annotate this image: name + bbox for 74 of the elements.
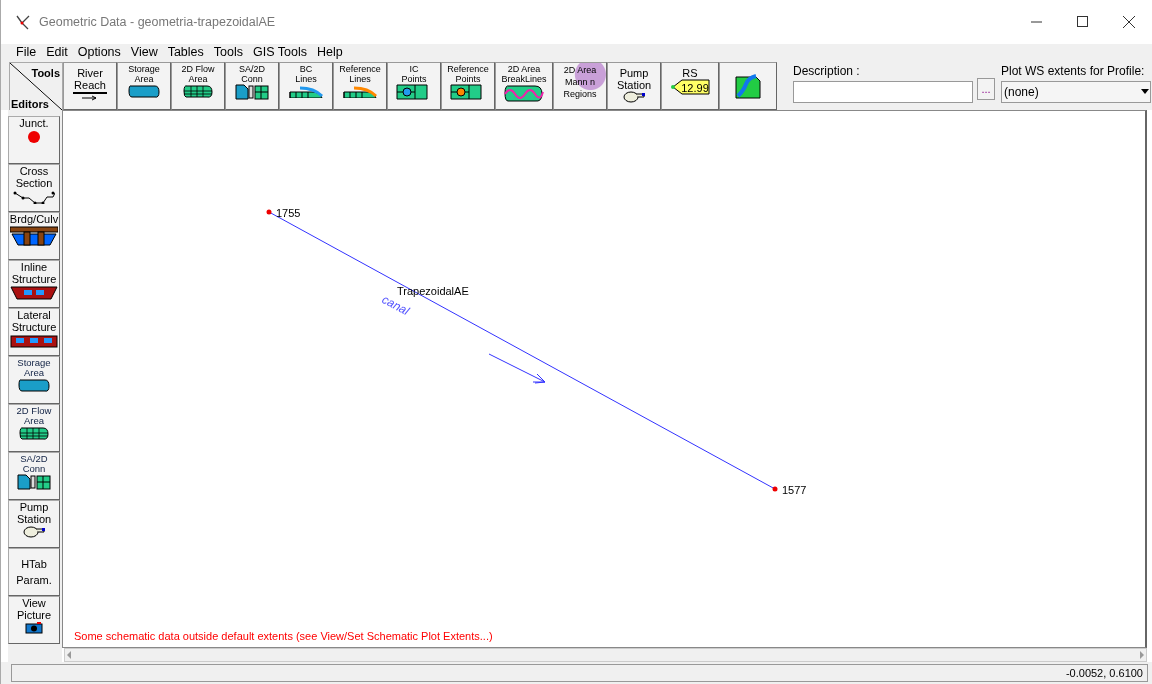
- grid-area-icon: [183, 84, 213, 98]
- editor-button[interactable]: 2D Flow Area: [8, 404, 60, 452]
- profile-label: Plot WS extents for Profile:: [1001, 63, 1146, 77]
- dropdown-caret-icon: [1140, 89, 1150, 95]
- price-tag-icon: 12.99: [670, 79, 710, 95]
- tool-button[interactable]: IC Points: [387, 62, 441, 110]
- node-marker: [772, 486, 778, 492]
- menu-item[interactable]: GIS Tools: [248, 44, 312, 60]
- scroll-right-icon: [1138, 651, 1146, 659]
- menu-item[interactable]: Edit: [41, 44, 73, 60]
- tool-button[interactable]: SA/2D Conn: [225, 62, 279, 110]
- editor-button[interactable]: Brdg/Culv: [8, 212, 60, 260]
- editor-button[interactable]: Storage Area: [8, 356, 60, 404]
- editor-button[interactable]: Junct.: [8, 116, 60, 164]
- tool-button[interactable]: Reference Points: [441, 62, 495, 110]
- connection-icon: [17, 474, 51, 490]
- node-label: 1755: [276, 207, 301, 219]
- menu-item[interactable]: Options: [72, 44, 126, 60]
- tool-button[interactable]: 2D Flow Area: [171, 62, 225, 110]
- description-label: Description :: [793, 63, 861, 77]
- coordinates-readout: -0.0052, 0.6100: [11, 664, 1148, 682]
- reference-line-icon: [342, 84, 378, 98]
- node-label: 1577: [782, 484, 807, 496]
- connection-icon: [235, 84, 269, 100]
- editor-button[interactable]: SA/2D Conn: [8, 452, 60, 500]
- window-title: Geometric Data - geometria-trapezoidalAE: [39, 13, 276, 31]
- map-icon: [734, 73, 762, 100]
- tool-button[interactable]: RS 12.99: [661, 62, 719, 110]
- warning-message: Some schematic data outside default extents (see View/Set Schematic Plot Extents...): [74, 630, 493, 642]
- editor-button[interactable]: Cross Section: [8, 164, 60, 212]
- tools-label: Tools: [31, 66, 60, 81]
- editor-button[interactable]: HTab Param.: [8, 548, 60, 596]
- tool-button[interactable]: BC Lines: [279, 62, 333, 110]
- editor-button[interactable]: Inline Structure: [8, 260, 60, 308]
- weir-icon: [10, 286, 58, 300]
- whistle-icon: [22, 526, 46, 538]
- menu-item[interactable]: Tools: [208, 44, 248, 60]
- storage-area-icon: [18, 378, 50, 392]
- tool-button[interactable]: River Reach: [63, 62, 117, 110]
- tool-button[interactable]: Pump Station: [607, 62, 661, 110]
- profile-dropdown[interactable]: (none): [1001, 81, 1151, 103]
- menu-item[interactable]: File: [11, 44, 42, 60]
- browse-button[interactable]: ...: [977, 78, 995, 100]
- cross-section-icon: [13, 190, 55, 204]
- node-marker: [266, 209, 272, 215]
- junction-dot-icon: [27, 130, 41, 144]
- menu-item[interactable]: View: [125, 44, 163, 60]
- editor-button[interactable]: Lateral Structure: [8, 308, 60, 356]
- tool-button[interactable]: Storage Area: [117, 62, 171, 110]
- close-icon[interactable]: [1123, 16, 1135, 28]
- menu-item[interactable]: Help: [311, 44, 348, 60]
- storage-area-icon: [128, 84, 160, 98]
- boundary-line-icon: [288, 84, 324, 98]
- flow-direction-arrow: [488, 353, 546, 384]
- bridge-icon: [10, 226, 58, 246]
- editor-button[interactable]: Pump Station: [8, 500, 60, 548]
- maximize-icon[interactable]: [1077, 16, 1089, 28]
- tool-button[interactable]: 2D Area Mann n Regions: [553, 62, 607, 110]
- scroll-left-icon: [65, 651, 73, 659]
- horizontal-scrollbar[interactable]: [64, 648, 1147, 662]
- menu-item[interactable]: Tables: [162, 44, 209, 60]
- tool-button[interactable]: 2D Area BreakLines: [495, 62, 553, 110]
- river-line-icon: [72, 91, 108, 101]
- grid-area-icon: [19, 426, 49, 440]
- editor-button[interactable]: View Picture: [8, 596, 60, 644]
- tool-button[interactable]: [719, 62, 777, 110]
- tool-button[interactable]: Reference Lines: [333, 62, 387, 110]
- camera-icon: [25, 622, 43, 634]
- breakline-icon: [504, 84, 544, 102]
- editors-label: Editors: [11, 96, 49, 112]
- whistle-icon: [622, 91, 646, 103]
- app-icon: [15, 14, 31, 30]
- description-field[interactable]: [793, 81, 973, 103]
- weir-icon: [10, 334, 58, 348]
